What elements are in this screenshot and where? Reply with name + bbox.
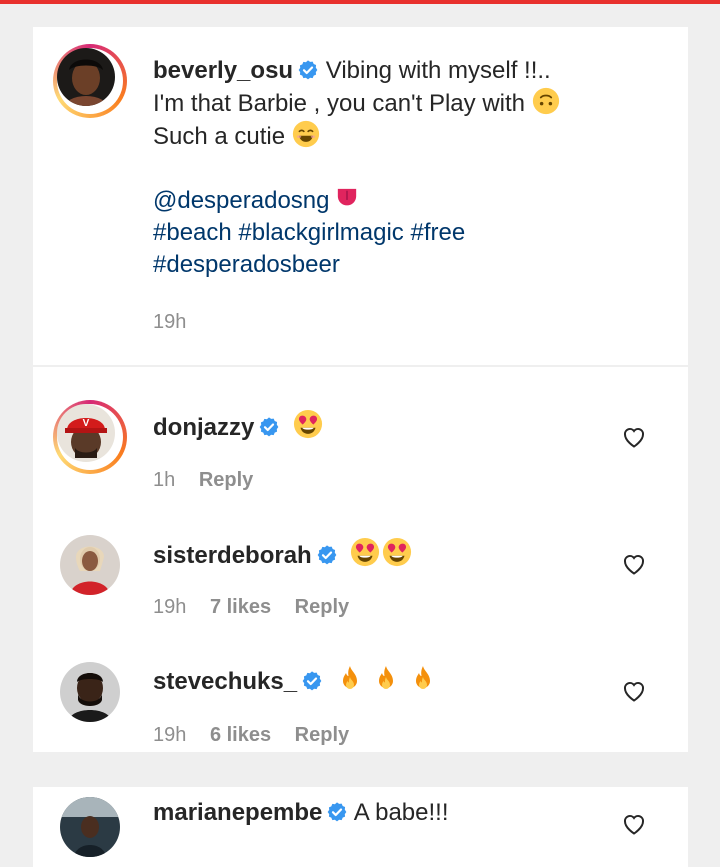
svg-text:V: V (83, 418, 90, 429)
avatar-marianepembe[interactable] (60, 797, 120, 857)
accent-bar (0, 0, 720, 4)
hashtags-line1[interactable]: #beach #blackgirlmagic #free (153, 219, 465, 246)
verified-badge-icon (316, 544, 338, 566)
caption-line1: Vibing with myself !!.. (325, 57, 551, 84)
smiling-face-emoji (292, 120, 320, 148)
verified-badge-icon (301, 670, 323, 692)
reply-button[interactable]: Reply (295, 724, 349, 746)
verified-badge-icon (326, 801, 348, 823)
upside-down-face-emoji (532, 87, 560, 115)
comment-time: 19h (153, 724, 187, 746)
heart-outline-icon[interactable] (622, 553, 646, 575)
comment-username[interactable]: sisterdeborah (153, 542, 312, 569)
heart-outline-icon[interactable] (622, 813, 646, 835)
reply-button[interactable]: Reply (295, 596, 349, 618)
comments-card-2: marianepembe A babe!!! (33, 787, 688, 867)
likes-count[interactable]: 7 likes (210, 596, 271, 618)
caption-meta: 19h (153, 311, 204, 334)
avatar-stevechuks[interactable] (60, 662, 120, 722)
likes-count[interactable]: 6 likes (210, 724, 271, 746)
avatar-beverly[interactable] (53, 44, 127, 118)
caption-line2: I'm that Barbie , you can't Play with (153, 90, 525, 117)
comment-meta: 1h Reply (153, 469, 271, 492)
heart-outline-icon[interactable] (622, 426, 646, 448)
verified-badge-icon (297, 59, 319, 81)
fire-emoji (411, 665, 435, 693)
reply-button[interactable]: Reply (199, 469, 253, 491)
comment-meta: 19h 7 likes Reply (153, 596, 367, 619)
comment-meta: 19h 6 likes Reply (153, 724, 367, 747)
comment-username[interactable]: donjazzy (153, 414, 254, 441)
hashtags-line2[interactable]: #desperadosbeer (153, 251, 340, 278)
mention-link[interactable]: @desperadosng (153, 187, 329, 214)
avatar-donjazzy[interactable]: V (53, 400, 127, 474)
heart-eyes-emoji (382, 537, 412, 567)
caption-line3: Such a cutie (153, 123, 286, 150)
verified-badge-icon (258, 416, 280, 438)
caption-username[interactable]: beverly_osu (153, 57, 293, 84)
fire-emoji (374, 665, 398, 693)
comments-card: V donjazzy 1h Reply sisterdeborah 19h 7 … (33, 367, 688, 752)
comment-username[interactable]: marianepembe (153, 799, 322, 826)
caption-card: beverly_osu Vibing with myself !!.. I'm … (33, 27, 688, 365)
comment-time: 19h (153, 596, 187, 618)
heart-eyes-emoji (350, 537, 380, 567)
comment-text: A babe!!! (353, 799, 449, 826)
fire-emoji (338, 665, 362, 693)
tongue-emoji (336, 186, 358, 212)
heart-eyes-emoji (293, 409, 323, 439)
avatar-sisterdeborah[interactable] (60, 535, 120, 595)
comment-time: 1h (153, 469, 176, 491)
comment-username[interactable]: stevechuks_ (153, 668, 297, 695)
caption-time: 19h (153, 311, 187, 333)
heart-outline-icon[interactable] (622, 680, 646, 702)
